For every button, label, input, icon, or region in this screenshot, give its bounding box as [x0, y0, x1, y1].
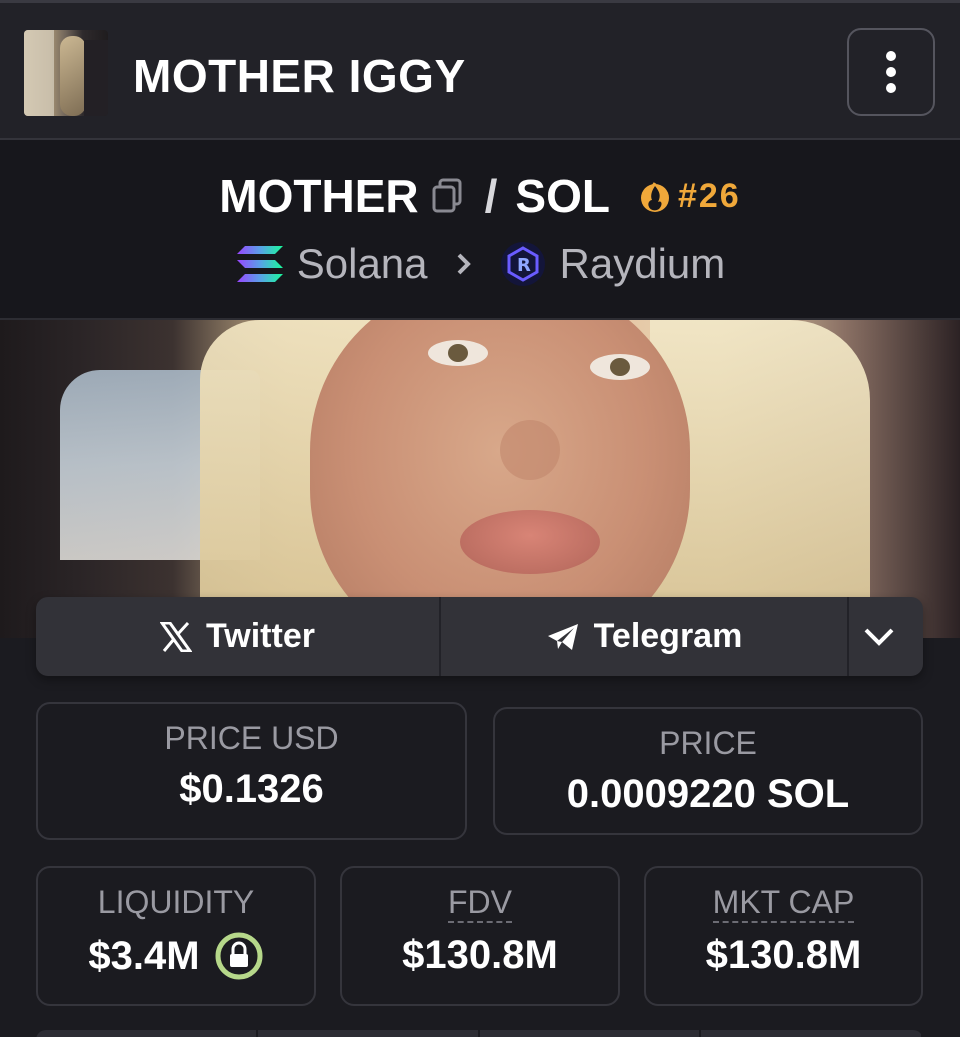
- more-menu-button[interactable]: [847, 28, 935, 116]
- flame-icon: [640, 182, 669, 212]
- more-vertical-icon: [886, 51, 896, 93]
- chain-dex-row: Solana R Raydium: [0, 236, 960, 292]
- chevron-down-icon: [864, 628, 894, 646]
- chevron-right-icon: [457, 253, 471, 275]
- price-usd-card: PRICE USD $0.1326: [36, 702, 467, 840]
- more-socials-button[interactable]: [849, 597, 923, 676]
- banner-detail: [590, 354, 650, 380]
- raydium-icon: R: [500, 242, 545, 286]
- market-cap-card[interactable]: MKT CAP $130.8M: [644, 866, 923, 1006]
- twitter-button[interactable]: Twitter: [36, 597, 441, 676]
- token-page: MOTHER IGGY MOTHER / SOL #26 Solana R Ra…: [0, 0, 960, 1037]
- liquidity-card: LIQUIDITY $3.4M: [36, 866, 316, 1006]
- svg-text:R: R: [517, 255, 531, 276]
- banner-detail: [500, 420, 560, 480]
- x-logo-icon: [160, 621, 193, 652]
- market-cap-value: $130.8M: [705, 933, 862, 977]
- price-native-value: 0.0009220 SOL: [566, 772, 850, 816]
- fdv-card[interactable]: FDV $130.8M: [340, 866, 620, 1006]
- dex-name[interactable]: Raydium: [560, 240, 726, 288]
- twitter-label: Twitter: [206, 617, 315, 655]
- token-avatar: [24, 30, 108, 116]
- trending-rank: #26: [677, 176, 741, 215]
- social-links-bar: Twitter Telegram: [36, 597, 923, 676]
- liquidity-value: $3.4M: [88, 933, 200, 978]
- market-cap-label: MKT CAP: [712, 884, 855, 923]
- header-bar: MOTHER IGGY: [0, 0, 960, 140]
- telegram-icon: [547, 623, 578, 650]
- fdv-label: FDV: [448, 884, 512, 923]
- base-token-symbol: MOTHER: [219, 170, 419, 222]
- price-native-card: PRICE 0.0009220 SOL: [493, 707, 923, 835]
- solana-icon: [236, 246, 283, 282]
- token-banner-image: [0, 320, 960, 638]
- price-native-label: PRICE: [659, 725, 757, 761]
- chain-name[interactable]: Solana: [297, 240, 428, 288]
- banner-detail: [460, 510, 600, 574]
- price-usd-label: PRICE USD: [164, 720, 339, 756]
- fdv-value: $130.8M: [402, 933, 558, 977]
- telegram-button[interactable]: Telegram: [441, 597, 849, 676]
- token-title: MOTHER IGGY: [133, 50, 466, 102]
- pair-row: MOTHER / SOL #26: [0, 168, 960, 224]
- trending-badge[interactable]: #26: [638, 177, 741, 216]
- copy-icon[interactable]: [431, 178, 463, 214]
- lock-icon[interactable]: [214, 931, 264, 981]
- liquidity-label: LIQUIDITY: [97, 884, 255, 920]
- price-usd-value: $0.1326: [179, 767, 324, 811]
- pair-info: MOTHER / SOL #26 Solana R Raydium: [0, 140, 960, 320]
- telegram-label: Telegram: [593, 617, 743, 655]
- banner-detail: [428, 340, 488, 366]
- quote-token-symbol: SOL: [515, 170, 610, 222]
- next-stats-row: [36, 1030, 923, 1037]
- pair-separator: /: [484, 170, 498, 222]
